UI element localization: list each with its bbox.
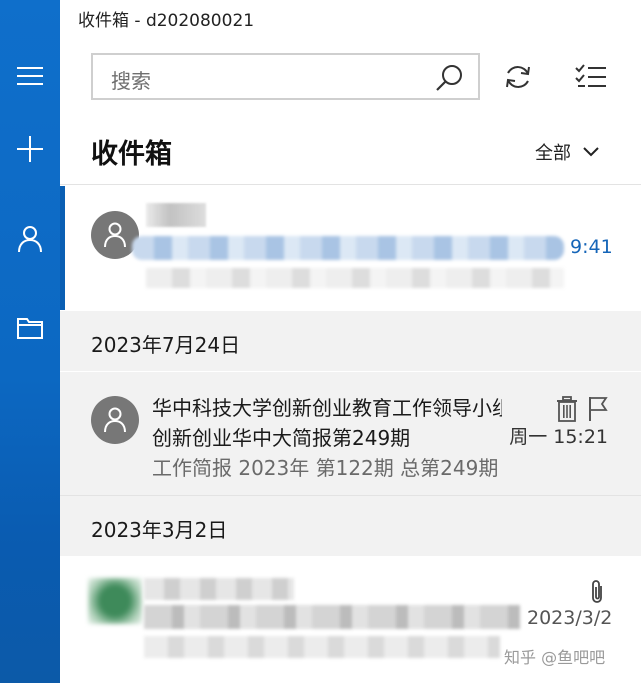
date-group-header: 2023年7月24日: [60, 311, 641, 371]
selection-mode-button[interactable]: [574, 60, 608, 94]
plus-icon: [17, 136, 43, 162]
selection-indicator: [60, 186, 65, 310]
menu-button[interactable]: [0, 51, 60, 101]
search-icon[interactable]: [434, 63, 464, 97]
navigation-rail: [0, 0, 60, 683]
folder-title: 收件箱: [91, 139, 172, 170]
checklist-icon: [575, 64, 606, 87]
redacted-preview: [146, 268, 564, 288]
watermark: 知乎 @鱼吧吧: [504, 648, 606, 667]
folder-icon: [17, 318, 43, 339]
sync-icon: [506, 66, 530, 88]
flag-icon: [589, 397, 608, 421]
person-icon: [104, 222, 126, 248]
redacted-subject: [132, 236, 564, 260]
folders-button[interactable]: [0, 303, 60, 353]
filter-label: 全部: [535, 143, 571, 164]
avatar: [91, 396, 139, 444]
message-item[interactable]: 华中科技大学创新创业教育工作领导小组办公室 创新创业华中大简报第249期 工作简…: [60, 372, 641, 495]
message-sender: 华中科技大学创新创业教育工作领导小组办公室: [152, 396, 502, 420]
redacted-avatar: [88, 578, 142, 624]
date-group-header: 2023年3月2日: [60, 496, 641, 556]
search-placeholder: 搜索: [111, 69, 151, 93]
window-title: 收件箱 - d202080021: [78, 11, 255, 31]
sync-button[interactable]: [501, 60, 535, 94]
date-group-label: 2023年7月24日: [91, 333, 241, 357]
message-subject: 创新创业华中大简报第249期: [152, 426, 411, 450]
message-time: 周一 15:21: [509, 426, 608, 448]
message-time: 9:41: [570, 236, 613, 258]
redacted-sender: [146, 203, 206, 227]
attachment-icon: [588, 578, 606, 610]
filter-dropdown[interactable]: 全部: [535, 139, 599, 165]
message-time: 2023/3/2: [527, 607, 613, 629]
message-preview: 工作简报 2023年 第122期 总第249期: [152, 456, 499, 480]
message-list-pane: 收件箱 - d202080021 搜索 收件箱 全部 9:41 2023年7月2…: [60, 0, 641, 683]
search-box[interactable]: 搜索: [91, 53, 480, 100]
person-icon: [18, 226, 42, 253]
redacted-subject: [144, 605, 520, 629]
trash-icon: [557, 396, 577, 422]
hamburger-icon: [17, 67, 43, 85]
redacted-preview: [144, 636, 500, 658]
chevron-down-icon: [583, 147, 599, 157]
new-mail-button[interactable]: [0, 124, 60, 174]
accounts-button[interactable]: [0, 214, 60, 264]
date-group-label: 2023年3月2日: [91, 518, 228, 542]
redacted-sender: [144, 578, 294, 600]
person-icon: [104, 407, 126, 433]
